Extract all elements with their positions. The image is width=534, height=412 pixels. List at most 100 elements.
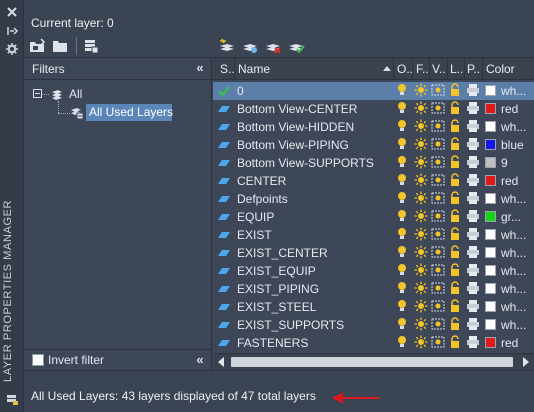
color-name[interactable]: wh... — [501, 192, 526, 206]
layer-status-icon[interactable] — [217, 102, 231, 116]
plot-printer-icon[interactable] — [466, 83, 480, 99]
set-current-icon[interactable] — [287, 38, 305, 54]
plot-printer-icon[interactable] — [466, 101, 480, 117]
layer-row[interactable]: Bottom View-SUPPORTS 9 — [213, 154, 534, 172]
horizontal-scrollbar[interactable] — [213, 353, 534, 370]
vp-freeze-icon[interactable] — [431, 299, 445, 315]
col-header-vp-freeze[interactable]: V.. — [432, 62, 446, 76]
plot-printer-icon[interactable] — [466, 263, 480, 279]
gear-icon[interactable] — [4, 42, 20, 56]
delete-layer-icon[interactable] — [264, 38, 282, 54]
color-swatch[interactable] — [485, 139, 496, 150]
layer-status-icon[interactable] — [217, 210, 231, 224]
layer-row[interactable]: EXIST_CENTER wh... — [213, 244, 534, 262]
scroll-right-arrow-icon[interactable] — [523, 357, 529, 367]
on-bulb-icon[interactable] — [396, 281, 408, 297]
thaw-sun-icon[interactable] — [414, 317, 428, 333]
layer-states-icon[interactable] — [82, 38, 100, 54]
layer-name[interactable]: EXIST_PIPING — [237, 282, 319, 296]
color-swatch[interactable] — [485, 229, 496, 240]
color-swatch[interactable] — [485, 103, 496, 114]
layer-name[interactable]: FASTENERS — [237, 336, 308, 350]
color-swatch[interactable] — [485, 265, 496, 276]
color-name[interactable]: red — [501, 174, 518, 188]
unlock-icon[interactable] — [449, 101, 461, 117]
layer-name[interactable]: EXIST_STEEL — [237, 300, 316, 314]
on-bulb-icon[interactable] — [396, 83, 408, 99]
unlock-icon[interactable] — [449, 317, 461, 333]
color-swatch[interactable] — [485, 121, 496, 132]
layer-name[interactable]: EXIST_EQUIP — [237, 264, 316, 278]
layer-status-icon[interactable] — [217, 156, 231, 170]
color-name[interactable]: wh... — [501, 84, 526, 98]
vp-freeze-icon[interactable] — [431, 173, 445, 189]
thaw-sun-icon[interactable] — [414, 155, 428, 171]
vp-freeze-icon[interactable] — [431, 137, 445, 153]
thaw-sun-icon[interactable] — [414, 173, 428, 189]
vp-freeze-icon[interactable] — [431, 317, 445, 333]
layer-name[interactable]: Bottom View-PIPING — [237, 138, 349, 152]
thaw-sun-icon[interactable] — [414, 191, 428, 207]
thaw-sun-icon[interactable] — [414, 119, 428, 135]
color-name[interactable]: 9 — [501, 156, 508, 170]
color-swatch[interactable] — [485, 85, 496, 96]
color-swatch[interactable] — [485, 157, 496, 168]
layer-row[interactable]: 0 wh... — [213, 82, 534, 100]
palette-title-bar[interactable]: LAYER PROPERTIES MANAGER — [0, 0, 24, 412]
unlock-icon[interactable] — [449, 245, 461, 261]
thaw-sun-icon[interactable] — [414, 83, 428, 99]
unlock-icon[interactable] — [449, 173, 461, 189]
layer-status-icon[interactable] — [217, 174, 231, 188]
thaw-sun-icon[interactable] — [414, 263, 428, 279]
unlock-icon[interactable] — [449, 335, 461, 351]
layer-row[interactable]: EQUIP gr... — [213, 208, 534, 226]
layer-row[interactable]: Bottom View-HIDDEN wh... — [213, 118, 534, 136]
layer-name[interactable]: Defpoints — [237, 192, 288, 206]
unlock-icon[interactable] — [449, 209, 461, 225]
thaw-sun-icon[interactable] — [414, 209, 428, 225]
vp-freeze-icon[interactable] — [431, 209, 445, 225]
vp-freeze-icon[interactable] — [431, 155, 445, 171]
plot-printer-icon[interactable] — [466, 155, 480, 171]
layer-name[interactable]: EQUIP — [237, 210, 274, 224]
color-swatch[interactable] — [485, 211, 496, 222]
unlock-icon[interactable] — [449, 137, 461, 153]
on-bulb-icon[interactable] — [396, 209, 408, 225]
layer-row[interactable]: FASTENERS red — [213, 334, 534, 352]
layer-row[interactable]: EXIST wh... — [213, 226, 534, 244]
unlock-icon[interactable] — [449, 191, 461, 207]
col-header-on[interactable]: O.. — [397, 62, 413, 76]
layer-name[interactable]: Bottom View-CENTER — [237, 102, 357, 116]
color-name[interactable]: wh... — [501, 282, 526, 296]
layer-name[interactable]: Bottom View-SUPPORTS — [237, 156, 374, 170]
layer-row[interactable]: CENTER red — [213, 172, 534, 190]
layer-row[interactable]: EXIST_STEEL wh... — [213, 298, 534, 316]
color-swatch[interactable] — [485, 283, 496, 294]
layer-row[interactable]: Bottom View-PIPING blue — [213, 136, 534, 154]
plot-printer-icon[interactable] — [466, 227, 480, 243]
on-bulb-icon[interactable] — [396, 299, 408, 315]
thaw-sun-icon[interactable] — [414, 101, 428, 117]
on-bulb-icon[interactable] — [396, 119, 408, 135]
color-name[interactable]: blue — [501, 138, 524, 152]
layer-status-icon[interactable] — [217, 228, 231, 242]
thaw-sun-icon[interactable] — [414, 335, 428, 351]
invert-filter-checkbox[interactable] — [32, 354, 44, 366]
on-bulb-icon[interactable] — [396, 245, 408, 261]
color-swatch[interactable] — [485, 175, 496, 186]
layer-row[interactable]: EXIST_PIPING wh... — [213, 280, 534, 298]
on-bulb-icon[interactable] — [396, 317, 408, 333]
plot-printer-icon[interactable] — [466, 191, 480, 207]
layer-row[interactable]: EXIST_SUPPORTS wh... — [213, 316, 534, 334]
unlock-icon[interactable] — [449, 299, 461, 315]
color-name[interactable]: red — [501, 102, 518, 116]
on-bulb-icon[interactable] — [396, 335, 408, 351]
vp-freeze-icon[interactable] — [431, 335, 445, 351]
color-name[interactable]: wh... — [501, 300, 526, 314]
layer-row[interactable]: Defpoints wh... — [213, 190, 534, 208]
new-group-filter-icon[interactable] — [52, 38, 70, 54]
plot-printer-icon[interactable] — [466, 119, 480, 135]
on-bulb-icon[interactable] — [396, 137, 408, 153]
color-name[interactable]: gr... — [501, 210, 521, 224]
pin-icon[interactable] — [4, 24, 20, 38]
